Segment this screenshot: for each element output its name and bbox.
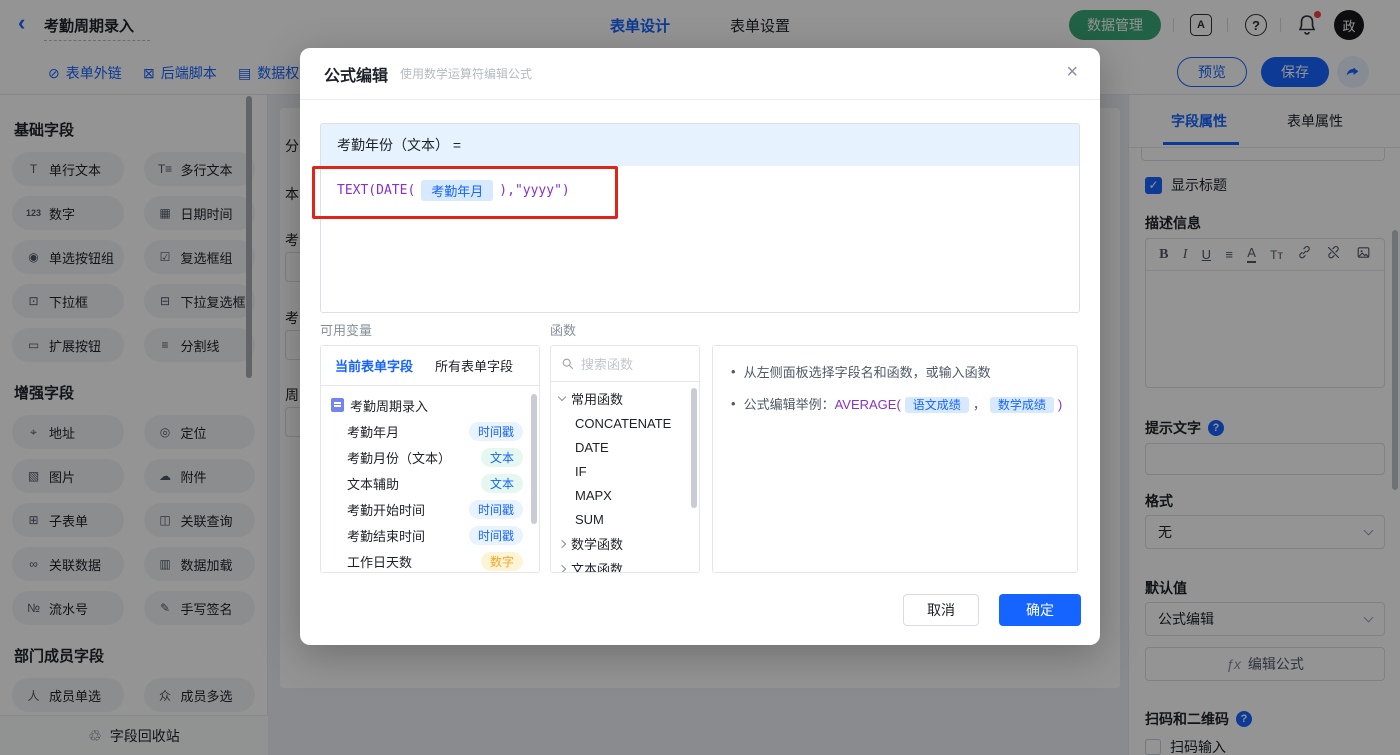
functions-label: 函数 — [550, 323, 577, 338]
variable-row[interactable]: 考勤结束时间 时间戳 — [321, 522, 539, 548]
function-item[interactable]: MAPX — [551, 483, 699, 507]
chevron-right-icon — [557, 539, 567, 548]
group-label: 数学函数 — [571, 537, 624, 552]
group-label: 常用函数 — [571, 392, 624, 407]
type-badge: 时间戳 — [468, 499, 523, 519]
type-badge: 数字 — [480, 551, 523, 571]
confirm-button[interactable]: 确定 — [999, 594, 1081, 626]
function-item[interactable]: IF — [551, 459, 699, 483]
function-search[interactable]: 搜索函数 — [551, 346, 699, 382]
example-comma: ， — [972, 397, 986, 412]
formula-field-chip: 考勤年月 — [421, 180, 494, 201]
variable-name: 工作日天数 — [347, 554, 413, 570]
function-item[interactable]: DATE — [551, 435, 699, 459]
cancel-button[interactable]: 取消 — [903, 594, 979, 626]
formula-code-area[interactable]: TEXT(DATE( 考勤年月 ),"yyyy") — [321, 166, 1079, 215]
example-field-chip: 语文成绩 — [904, 397, 969, 413]
dialog-subtitle: 使用数学运算符编辑公式 — [400, 67, 533, 81]
tab-all-form-fields[interactable]: 所有表单字段 — [435, 356, 513, 375]
close-icon[interactable]: × — [1066, 62, 1078, 82]
type-badge: 文本 — [480, 473, 523, 493]
hint-text: 从左侧面板选择字段名和函数，或输入函数 — [743, 365, 991, 380]
variables-panel: 当前表单字段 所有表单字段 考勤周期录入 考勤年月 时间戳 考勤月份（文本） 文… — [320, 345, 540, 573]
search-icon — [562, 358, 573, 369]
hint-line-2: • 公式编辑举例：AVERAGE(语文成绩，数学成绩) — [731, 394, 1063, 413]
formula-suffix-token: ),"yyyy") — [499, 183, 570, 198]
tree-root-label: 考勤周期录入 — [350, 398, 429, 414]
example-field-chip: 数学成绩 — [989, 397, 1054, 413]
functions-panel: 搜索函数 常用函数 CONCATENATE DATE IF MAPX SUM 数… — [550, 345, 700, 573]
variable-name: 考勤结束时间 — [347, 528, 426, 544]
variable-row[interactable]: 考勤开始时间 时间戳 — [321, 496, 539, 522]
variable-name: 考勤年月 — [347, 424, 400, 440]
variable-name: 文本辅助 — [347, 476, 400, 492]
example-close-paren: ) — [1057, 397, 1063, 412]
formula-editor-dialog: 公式编辑 使用数学运算符编辑公式 × 考勤年份（文本） = TEXT(DATE(… — [300, 48, 1100, 645]
variable-row[interactable]: 工作日天数 数字 — [321, 548, 539, 572]
function-item[interactable]: SUM — [551, 507, 699, 531]
formula-target-line: 考勤年份（文本） = — [321, 124, 1079, 166]
function-group-math[interactable]: 数学函数 — [551, 531, 699, 556]
hint-example-prefix: 公式编辑举例： — [743, 397, 835, 412]
chevron-right-icon — [557, 564, 567, 572]
bullet: • — [731, 396, 736, 411]
example-function-token: AVERAGE( — [834, 397, 901, 412]
formula-editor-box: 考勤年份（文本） = TEXT(DATE( 考勤年月 ),"yyyy") — [320, 123, 1080, 313]
type-badge: 时间戳 — [468, 525, 523, 545]
function-group-common[interactable]: 常用函数 — [551, 386, 699, 411]
search-placeholder: 搜索函数 — [581, 357, 634, 372]
functions-scrollbar[interactable] — [691, 388, 697, 508]
dialog-title: 公式编辑 — [324, 67, 389, 85]
variable-row[interactable]: 文本辅助 文本 — [321, 470, 539, 496]
function-group-text[interactable]: 文本函数 — [551, 556, 699, 573]
tab-current-form-fields[interactable]: 当前表单字段 — [335, 356, 413, 375]
hint-panel: • 从左侧面板选择字段名和函数，或输入函数 • 公式编辑举例：AVERAGE(语… — [712, 345, 1078, 573]
variable-row[interactable]: 考勤年月 时间戳 — [321, 418, 539, 444]
bullet: • — [731, 364, 736, 379]
dialog-header: 公式编辑 使用数学运算符编辑公式 × — [300, 48, 1100, 100]
variables-label: 可用变量 — [320, 323, 373, 338]
variables-scrollbar[interactable] — [531, 394, 537, 524]
variables-tabs: 当前表单字段 所有表单字段 — [321, 346, 539, 386]
hint-line-1: • 从左侧面板选择字段名和函数，或输入函数 — [731, 362, 1059, 381]
type-badge: 时间戳 — [468, 421, 523, 441]
group-label: 文本函数 — [571, 562, 624, 573]
function-item[interactable]: CONCATENATE — [551, 411, 699, 435]
chevron-down-icon — [557, 392, 567, 402]
formula-function-token: TEXT(DATE( — [337, 183, 416, 198]
tree-root-form[interactable]: 考勤周期录入 — [321, 392, 539, 418]
variable-name: 考勤开始时间 — [347, 502, 426, 518]
form-doc-icon — [331, 398, 344, 412]
variable-name: 考勤月份（文本） — [347, 450, 452, 466]
type-badge: 文本 — [480, 447, 523, 467]
variable-row[interactable]: 考勤月份（文本） 文本 — [321, 444, 539, 470]
